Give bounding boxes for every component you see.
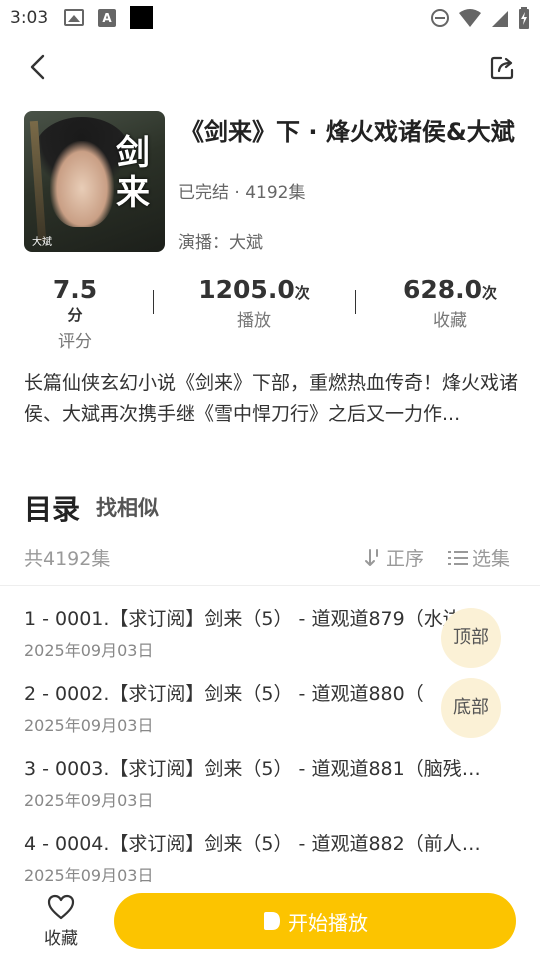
episode-item[interactable]: 4 - 0004.【求订阅】剑来（5） - 道观道882（前人… 2025年09…: [24, 829, 504, 886]
do-not-disturb-icon: [431, 9, 449, 27]
battery-icon: [519, 7, 529, 29]
cover-author-tag: 大斌: [32, 237, 52, 248]
start-play-label: 开始播放: [288, 910, 368, 935]
bottom-bar: 收藏 开始播放: [0, 882, 540, 960]
stat-value: 7.5: [52, 275, 98, 304]
episode-title: 3 - 0003.【求订阅】剑来（5） - 道观道881（脑残…: [24, 758, 481, 780]
stat-favorites: 628.0次 收藏: [402, 275, 498, 331]
back-button[interactable]: [24, 52, 54, 82]
book-cover: 剑来 大斌: [24, 111, 165, 252]
list-icon: [448, 550, 468, 565]
start-play-button[interactable]: 开始播放: [114, 893, 516, 949]
episode-title: 4 - 0004.【求订阅】剑来（5） - 道观道882（前人…: [24, 833, 481, 855]
favorite-button[interactable]: 收藏: [40, 894, 82, 949]
status-icons: [430, 7, 530, 29]
select-episodes-label: 选集: [472, 548, 511, 570]
sort-icon: [365, 548, 378, 566]
scroll-top-button[interactable]: 顶部: [441, 608, 501, 668]
stat-unit: 次: [482, 284, 498, 302]
status-time: 3:03: [10, 8, 49, 28]
stat-plays: 1205.0次 播放: [196, 275, 312, 331]
sort-order-button[interactable]: 正序: [364, 544, 424, 571]
find-similar-tab[interactable]: 找相似: [96, 492, 159, 522]
episode-item[interactable]: 1 - 0001.【求订阅】剑来（5） - 道观道879（水边… 2025年09…: [24, 604, 504, 661]
stat-label: 收藏: [433, 311, 467, 331]
cover-title-art: 剑来: [116, 133, 150, 213]
stat-rating: 7.5 分 评分: [47, 275, 103, 352]
episode-item[interactable]: 3 - 0003.【求订阅】剑来（5） - 道观道881（脑残… 2025年09…: [24, 754, 504, 811]
episode-date: 2025年09月03日: [24, 716, 154, 735]
book-title: 《剑来》下 · 烽火戏诸侯&大斌: [180, 118, 515, 146]
episode-title: 2 - 0002.【求订阅】剑来（5） - 道观道880（: [24, 683, 424, 705]
share-button[interactable]: [488, 53, 518, 83]
text-notification-icon: A: [98, 9, 116, 27]
select-episodes-button[interactable]: 选集: [448, 544, 510, 571]
sort-order-label: 正序: [386, 548, 425, 570]
app-notification-icon: [130, 6, 153, 29]
status-bar: 3:03 A: [0, 0, 540, 36]
episode-date: 2025年09月03日: [24, 791, 154, 810]
stat-divider: [153, 290, 154, 314]
stat-value: 1205.0: [198, 275, 295, 304]
stat-label: 评分: [58, 332, 92, 352]
play-icon: [264, 912, 280, 930]
episode-date: 2025年09月03日: [24, 641, 154, 660]
episode-title: 1 - 0001.【求订阅】剑来（5） - 道观道879（水边…: [24, 608, 481, 630]
stat-unit: 分: [67, 306, 83, 324]
stat-unit: 次: [294, 284, 310, 302]
wifi-icon: [459, 9, 481, 27]
book-narrator: 演播：大斌: [178, 233, 263, 253]
stat-label: 播放: [237, 311, 271, 331]
episode-total: 共4192集: [24, 548, 111, 570]
scroll-bottom-button[interactable]: 底部: [441, 678, 501, 738]
stat-value: 628.0: [402, 275, 483, 304]
signal-icon: [492, 11, 508, 27]
chevron-left-icon: [30, 54, 45, 80]
divider: [0, 585, 540, 586]
heart-icon: [47, 894, 75, 920]
image-notification-icon: [64, 9, 84, 26]
book-status: 已完结 · 4192集: [178, 183, 306, 203]
episode-item[interactable]: 2 - 0002.【求订阅】剑来（5） - 道观道880（ 2025年09月03…: [24, 679, 504, 736]
favorite-label: 收藏: [44, 929, 78, 949]
book-description[interactable]: 长篇仙侠玄幻小说《剑来》下部，重燃热血传奇！烽火戏诸侯、大斌再次携手继《雪中悍刀…: [24, 368, 518, 430]
stat-divider: [355, 290, 356, 314]
share-icon: [490, 56, 514, 80]
catalog-tab[interactable]: 目录: [24, 488, 80, 528]
